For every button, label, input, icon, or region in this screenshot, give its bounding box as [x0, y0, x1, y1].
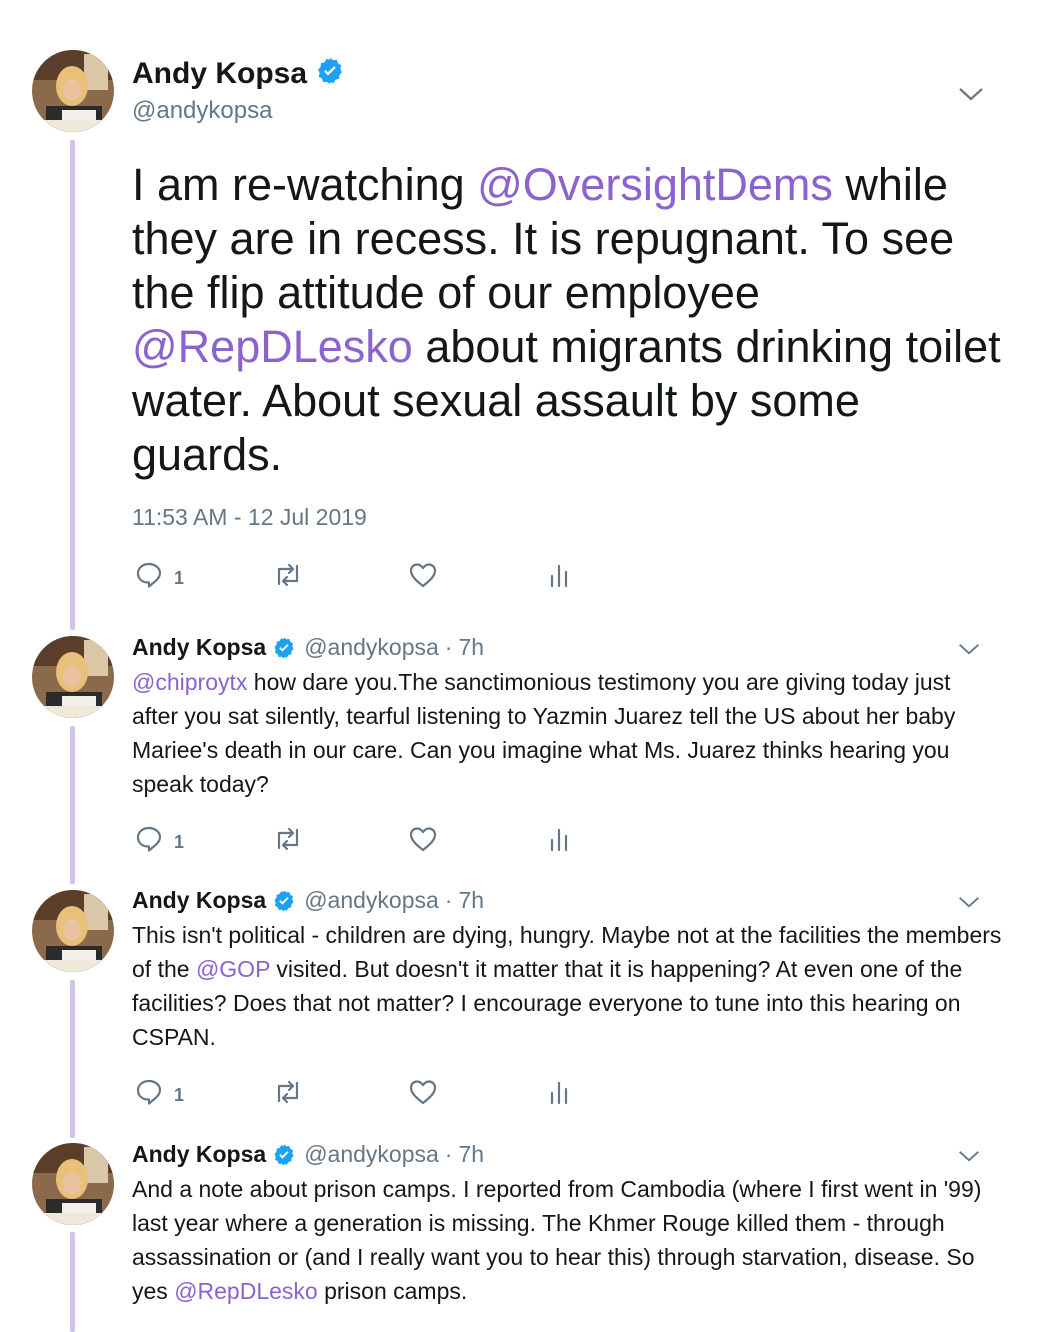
chevron-down-icon[interactable]: [958, 642, 980, 656]
separator: ·: [444, 1141, 453, 1167]
author-handle[interactable]: @andykopsa: [304, 1141, 439, 1168]
reply-count: 1: [174, 1084, 185, 1105]
tweet-text-part: how dare you.The sanctimonious testimony…: [132, 669, 956, 797]
like-icon: [409, 563, 437, 588]
reply-header: Andy Kopsa @andykopsa · 7h: [132, 1141, 484, 1168]
reply-time[interactable]: 7h: [458, 1141, 484, 1168]
tweet-actions: 1: [132, 560, 592, 596]
thread-line: [70, 140, 75, 630]
analytics-button[interactable]: [544, 560, 574, 590]
verified-badge-icon: [272, 636, 296, 660]
chevron-down-icon[interactable]: [958, 1149, 980, 1163]
like-button[interactable]: [408, 1077, 438, 1107]
reply-icon: [136, 562, 162, 588]
retweet-button[interactable]: [272, 824, 304, 854]
retweet-icon: [277, 563, 299, 587]
reply-icon: [136, 826, 162, 852]
author-name[interactable]: Andy Kopsa: [132, 634, 266, 661]
like-button[interactable]: [408, 560, 438, 590]
like-icon: [409, 827, 437, 852]
avatar[interactable]: [32, 1143, 114, 1225]
analytics-icon: [550, 564, 568, 588]
like-button[interactable]: [408, 824, 438, 854]
tweet-text: And a note about prison camps. I reporte…: [132, 1172, 1002, 1308]
chevron-down-icon[interactable]: [958, 895, 980, 909]
avatar[interactable]: [32, 50, 114, 132]
thread-line: [70, 1232, 75, 1332]
tweet-text: This isn't political - children are dyin…: [132, 918, 1002, 1054]
retweet-icon: [277, 827, 299, 851]
tweet-actions: 1: [132, 1077, 592, 1113]
analytics-icon: [550, 1081, 568, 1105]
author-row: Andy Kopsa: [132, 56, 345, 91]
reply-icon: [136, 1079, 162, 1105]
verified-badge-icon: [315, 56, 345, 91]
reply-count: 1: [174, 567, 185, 588]
reply-button[interactable]: 1: [134, 560, 184, 590]
separator: ·: [444, 634, 453, 660]
analytics-button[interactable]: [544, 824, 574, 854]
thread-line: [70, 980, 75, 1138]
tweet-text: @chiproytx how dare you.The sanctimoniou…: [132, 665, 1002, 801]
tweet-text-part: I am re-watching: [132, 159, 478, 210]
author-name[interactable]: Andy Kopsa: [132, 887, 266, 914]
verified-badge-icon: [272, 889, 296, 913]
author-name[interactable]: Andy Kopsa: [132, 57, 307, 91]
retweet-button[interactable]: [272, 560, 304, 590]
verified-badge-icon: [272, 1143, 296, 1167]
author-handle[interactable]: @andykopsa: [304, 887, 439, 914]
author-handle[interactable]: @andykopsa: [132, 97, 272, 125]
avatar[interactable]: [32, 636, 114, 718]
author-handle[interactable]: @andykopsa: [304, 634, 439, 661]
tweet-actions: 1: [132, 824, 592, 860]
mention-link[interactable]: @RepDLesko: [174, 1278, 318, 1304]
retweet-icon: [277, 1080, 299, 1104]
reply-button[interactable]: 1: [134, 1077, 184, 1107]
mention-link[interactable]: @OversightDems: [477, 159, 833, 210]
thread-line: [70, 726, 75, 884]
mention-link[interactable]: @chiproytx: [132, 669, 247, 695]
avatar[interactable]: [32, 890, 114, 972]
reply-header: Andy Kopsa @andykopsa · 7h: [132, 887, 484, 914]
tweet-text: I am re-watching @OversightDems while th…: [132, 158, 1012, 482]
analytics-icon: [550, 828, 568, 852]
reply-time[interactable]: 7h: [458, 887, 484, 914]
mention-link[interactable]: @GOP: [196, 956, 270, 982]
tweet-timestamp[interactable]: 11:53 AM - 12 Jul 2019: [132, 504, 367, 531]
chevron-down-icon[interactable]: [958, 86, 984, 102]
retweet-button[interactable]: [272, 1077, 304, 1107]
reply-time[interactable]: 7h: [458, 634, 484, 661]
reply-header: Andy Kopsa @andykopsa · 7h: [132, 634, 484, 661]
author-name[interactable]: Andy Kopsa: [132, 1141, 266, 1168]
separator: ·: [444, 887, 453, 913]
tweet-text-part: prison camps.: [317, 1278, 468, 1304]
reply-count: 1: [174, 831, 185, 852]
analytics-button[interactable]: [544, 1077, 574, 1107]
mention-link[interactable]: @RepDLesko: [132, 321, 413, 372]
like-icon: [409, 1080, 437, 1105]
reply-button[interactable]: 1: [134, 824, 184, 854]
